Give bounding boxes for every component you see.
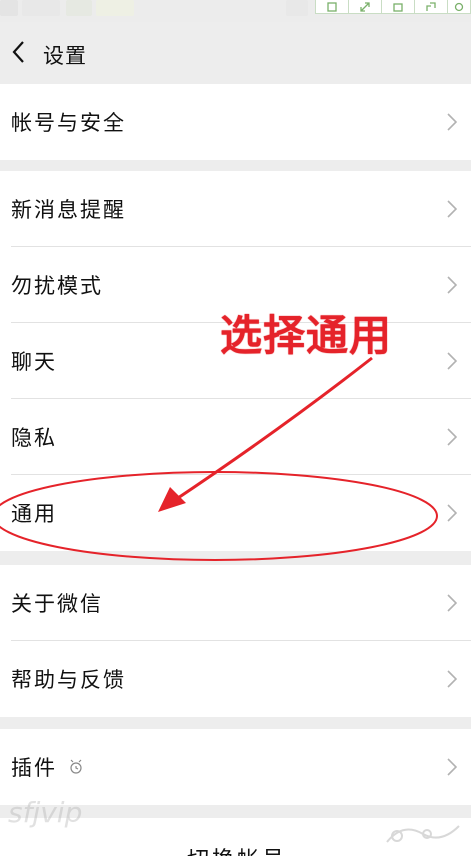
settings-item-label: 隐私 [11, 426, 57, 450]
watermark: sfjvip [8, 796, 83, 829]
settings-item-notifications[interactable]: 新消息提醒 [0, 171, 471, 247]
chevron-right-icon [447, 670, 457, 688]
page-title: 设置 [43, 44, 87, 68]
settings-item-label: 帐号与安全 [11, 111, 126, 135]
plugin-icon [70, 759, 82, 774]
save-icon[interactable] [316, 0, 349, 13]
switch-account-label: 切换帐号 [187, 842, 287, 856]
settings-item-label: 关于微信 [11, 592, 103, 616]
site-logo-icon [386, 825, 460, 843]
expand-icon[interactable] [349, 0, 382, 13]
chevron-right-icon [447, 200, 457, 218]
settings-item-label: 新消息提醒 [11, 198, 126, 222]
settings-item-label: 帮助与反馈 [11, 668, 126, 692]
settings-item-label: 聊天 [11, 350, 57, 374]
share-icon[interactable] [415, 0, 448, 13]
blurred-status-block [66, 0, 92, 16]
settings-icon[interactable] [448, 0, 470, 13]
chevron-right-icon [447, 594, 457, 612]
settings-group-account: 帐号与安全 [0, 84, 471, 160]
blurred-status-block [22, 0, 60, 16]
settings-item-privacy[interactable]: 隐私 [0, 399, 471, 475]
download-icon[interactable] [382, 0, 415, 13]
image-toolbar [315, 0, 471, 14]
settings-item-plugins[interactable]: 插件 [0, 729, 471, 805]
settings-item-help-feedback[interactable]: 帮助与反馈 [0, 641, 471, 717]
settings-group-plugins: 插件 [0, 729, 471, 805]
settings-group-about: 关于微信 帮助与反馈 [0, 565, 471, 717]
back-button[interactable] [6, 37, 30, 67]
chevron-right-icon [447, 758, 457, 776]
chevron-right-icon [447, 352, 457, 370]
settings-item-general[interactable]: 通用 [0, 475, 471, 551]
blurred-status-block [286, 0, 308, 16]
settings-item-label: 通用 [11, 502, 57, 526]
settings-item-label: 插件 [11, 756, 57, 780]
status-bar [0, 0, 471, 22]
settings-item-label: 勿扰模式 [11, 274, 103, 298]
settings-item-account-security[interactable]: 帐号与安全 [0, 84, 471, 160]
chevron-right-icon [447, 504, 457, 522]
nav-header: 设置 [0, 22, 471, 84]
annotation-text: 选择通用 [220, 311, 393, 360]
blurred-status-block [0, 0, 18, 16]
blurred-status-block [96, 0, 134, 16]
chevron-left-icon [12, 41, 24, 63]
chevron-right-icon [447, 113, 457, 131]
chevron-right-icon [447, 276, 457, 294]
settings-item-about-wechat[interactable]: 关于微信 [0, 565, 471, 641]
chevron-right-icon [447, 428, 457, 446]
